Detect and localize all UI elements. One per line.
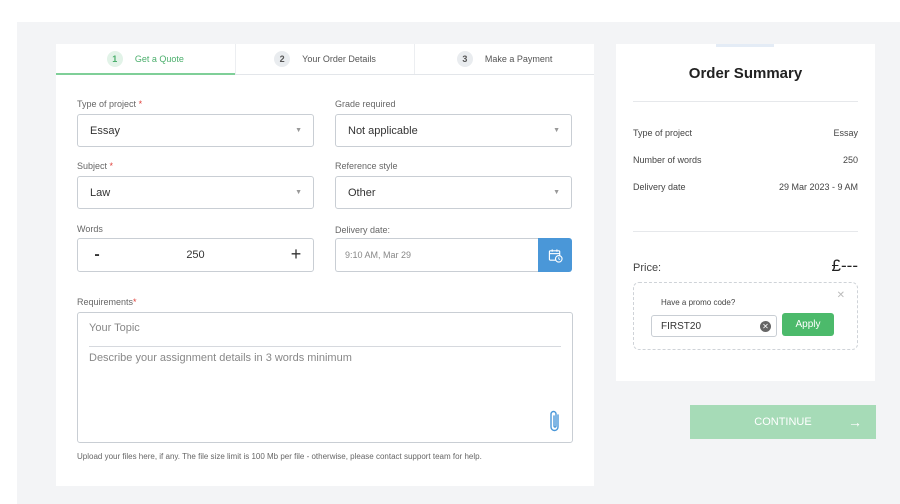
caret-down-icon: ▼	[295, 127, 302, 134]
words-stepper: - 250 +	[77, 238, 314, 272]
row-label: Number of words	[633, 155, 702, 165]
calendar-clock-icon	[548, 248, 563, 263]
delivery-date-input[interactable]: 9:10 AM, Mar 29	[335, 238, 538, 272]
step-order-details[interactable]: 2 Your Order Details	[234, 44, 415, 74]
label-text: Reference style	[335, 161, 398, 171]
reference-style-label: Reference style	[335, 161, 398, 171]
select-value: Law	[90, 186, 111, 199]
summary-row-project-type: Type of project Essay	[633, 128, 858, 138]
required-marker: *	[109, 161, 114, 171]
upload-note: Upload your files here, if any. The file…	[77, 452, 482, 461]
continue-button[interactable]: CONTINUE →	[690, 405, 876, 439]
label-text: Requirements	[77, 297, 134, 307]
step-label: Make a Payment	[484, 54, 553, 64]
label-text: Words	[77, 224, 103, 234]
caret-down-icon: ▼	[553, 127, 560, 134]
row-value: 29 Mar 2023 - 9 AM	[778, 182, 858, 192]
topic-input[interactable]: Your Topic	[89, 322, 140, 334]
paperclip-icon[interactable]	[548, 409, 562, 438]
step-label: Get a Quote	[134, 54, 184, 64]
step-number: 1	[106, 51, 123, 67]
promo-code-box: Have a promo code? ✕ FIRST20 ✕ Apply	[633, 282, 858, 350]
price-label: Price:	[633, 262, 662, 274]
promo-code-input[interactable]: FIRST20 ✕	[651, 315, 777, 337]
label-text: Delivery date:	[335, 225, 391, 235]
required-marker: *	[133, 297, 137, 307]
close-icon[interactable]: ✕	[837, 290, 845, 301]
row-value: Essay	[833, 128, 858, 138]
divider	[633, 101, 858, 102]
grade-label: Grade required	[335, 99, 396, 109]
progress-steps: 1 Get a Quote 2 Your Order Details 3 Mak…	[56, 44, 594, 75]
calendar-button[interactable]	[538, 238, 572, 272]
words-value[interactable]: 250	[78, 249, 313, 261]
grade-select[interactable]: Not applicable ▼	[335, 114, 572, 147]
details-textarea[interactable]: Describe your assignment details in 3 wo…	[89, 352, 352, 364]
requirements-box: Your Topic Describe your assignment deta…	[77, 312, 573, 443]
summary-row-delivery: Delivery date 29 Mar 2023 - 9 AM	[633, 182, 858, 192]
divider	[633, 231, 858, 232]
order-summary-card: Order Summary Type of project Essay Numb…	[616, 44, 875, 381]
continue-label: CONTINUE	[754, 416, 812, 428]
arrow-right-icon: →	[848, 414, 862, 430]
step-get-a-quote[interactable]: 1 Get a Quote	[56, 44, 235, 75]
step-number: 3	[456, 51, 473, 67]
summary-row-words: Number of words 250	[633, 155, 858, 165]
delivery-date-label: Delivery date:	[335, 225, 390, 235]
divider	[89, 346, 561, 347]
required-marker: *	[138, 99, 143, 109]
subject-label: Subject *	[77, 161, 113, 171]
reference-style-select[interactable]: Other ▼	[335, 176, 572, 209]
quote-form-card: 1 Get a Quote 2 Your Order Details 3 Mak…	[56, 44, 594, 486]
summary-title: Order Summary	[688, 65, 803, 82]
clear-input-icon[interactable]: ✕	[760, 321, 771, 332]
requirements-label: Requirements*	[77, 297, 137, 307]
promo-code-value: FIRST20	[661, 320, 702, 332]
increment-button[interactable]: +	[289, 244, 303, 265]
row-label: Delivery date	[633, 182, 686, 192]
label-text: Type of project	[77, 99, 137, 109]
price-value: £---	[831, 256, 858, 275]
subject-select[interactable]: Law ▼	[77, 176, 314, 209]
apply-button[interactable]: Apply	[782, 313, 834, 336]
step-label: Your Order Details	[302, 54, 376, 64]
select-value: Not applicable	[348, 124, 418, 137]
summary-top-accent	[716, 44, 774, 47]
row-label: Type of project	[633, 128, 693, 138]
caret-down-icon: ▼	[553, 189, 560, 196]
project-type-select[interactable]: Essay ▼	[77, 114, 314, 147]
row-value: 250	[842, 155, 858, 165]
label-text: Grade required	[335, 99, 396, 109]
words-label: Words	[77, 224, 103, 234]
date-value: 9:10 AM, Mar 29	[345, 250, 412, 260]
step-make-payment[interactable]: 3 Make a Payment	[414, 44, 594, 74]
select-value: Other	[348, 186, 376, 199]
step-number: 2	[274, 51, 291, 67]
price-row: Price: £---	[633, 256, 858, 276]
project-type-label: Type of project *	[77, 99, 142, 109]
caret-down-icon: ▼	[295, 189, 302, 196]
select-value: Essay	[90, 124, 120, 137]
promo-title: Have a promo code?	[661, 298, 736, 307]
label-text: Subject	[77, 161, 108, 171]
